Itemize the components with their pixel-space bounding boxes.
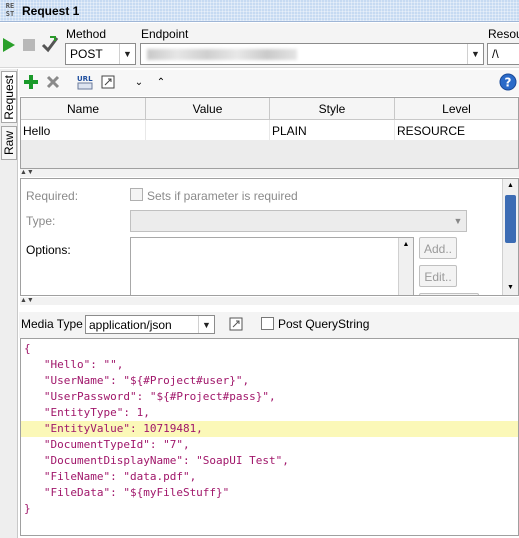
param-level-cell[interactable]: RESOURCE	[395, 120, 518, 140]
request-body-editor[interactable]: { "Hello": "", "UserName": "${#Project#u…	[20, 338, 519, 536]
help-button[interactable]: ?	[499, 73, 517, 91]
checkmark-icon	[41, 36, 59, 53]
move-up-button[interactable]: ⌃	[154, 74, 168, 90]
media-type-value: application/json	[89, 318, 172, 332]
code-line[interactable]: "UserPassword": "${#Project#pass}",	[21, 389, 518, 405]
run-button[interactable]	[2, 37, 16, 53]
param-name-cell[interactable]: Hello	[21, 120, 146, 140]
column-header-level[interactable]: Level	[395, 98, 518, 120]
title-bar: RE ST Request 1	[0, 0, 519, 22]
tab-request[interactable]: Request	[1, 71, 17, 123]
add-param-button[interactable]	[23, 74, 39, 90]
resource-label: Resou	[488, 27, 519, 41]
request-toolbar: Method POST ▼ Endpoint ▼ Resou /\	[0, 23, 519, 68]
required-checkbox[interactable]	[130, 188, 143, 201]
options-list[interactable]: ▲	[130, 237, 414, 295]
media-type-bar: Media Type application/json ▼ Post Query…	[19, 312, 519, 338]
required-label: Required:	[26, 189, 79, 203]
collapse-arrows-icon: ▲▼	[20, 297, 34, 304]
chevron-down-icon: ▼	[198, 316, 214, 333]
resource-field[interactable]: /\	[487, 43, 519, 65]
edit-window-icon	[101, 75, 115, 89]
add-option-button[interactable]: Add..	[419, 237, 457, 259]
url-icon: URL	[77, 75, 93, 90]
url-params-button[interactable]: URL	[76, 73, 94, 91]
required-hint: Sets if parameter is required	[147, 189, 298, 203]
window-title: Request 1	[22, 4, 80, 18]
remove-option-button[interactable]	[419, 293, 479, 295]
details-scrollbar[interactable]: ▲ ▼	[502, 179, 518, 295]
collapse-arrows-icon: ▲▼	[20, 169, 34, 176]
chevron-down-icon: ▼	[450, 211, 466, 231]
splitter-handle[interactable]: ▲▼	[20, 297, 519, 305]
tab-request-label: Request	[2, 74, 16, 120]
plus-icon	[24, 75, 38, 89]
method-value: POST	[70, 47, 103, 61]
code-line[interactable]: "FileData": "${myFileStuff}"	[21, 485, 518, 501]
scroll-down-icon[interactable]: ▼	[503, 281, 518, 295]
column-header-style[interactable]: Style	[270, 98, 395, 120]
scrollbar-thumb[interactable]	[505, 195, 516, 243]
type-select[interactable]: ▼	[130, 210, 467, 232]
delete-icon	[46, 75, 60, 89]
code-line[interactable]: {	[21, 341, 518, 357]
stop-button[interactable]	[22, 38, 36, 52]
svg-text:?: ?	[505, 76, 512, 90]
method-select[interactable]: POST ▼	[65, 43, 136, 65]
move-down-button[interactable]: ⌄	[132, 74, 146, 90]
splitter-handle[interactable]: ▲▼	[20, 169, 519, 177]
column-header-name[interactable]: Name	[21, 98, 146, 120]
media-type-select[interactable]: application/json ▼	[85, 315, 215, 334]
edit-window-icon	[229, 317, 243, 331]
edit-option-button[interactable]: Edit..	[419, 265, 457, 287]
help-icon: ?	[499, 73, 517, 91]
media-type-edit-button[interactable]	[229, 317, 243, 331]
param-details-panel: Required: Sets if parameter is required …	[20, 178, 519, 296]
scroll-up-icon[interactable]: ▲	[503, 179, 518, 193]
tab-raw[interactable]: Raw	[1, 126, 17, 160]
stop-icon	[23, 39, 35, 51]
code-line[interactable]: "UserName": "${#Project#user}",	[21, 373, 518, 389]
rest-request-icon: RE ST	[5, 2, 15, 18]
code-line[interactable]: "DocumentTypeId": "7",	[21, 437, 518, 453]
chevron-up-icon: ⌃	[156, 76, 166, 88]
post-querystring-label: Post QueryString	[278, 317, 370, 331]
method-label: Method	[66, 27, 107, 41]
code-line[interactable]: "DocumentDisplayName": "SoapUI Test",	[21, 453, 518, 469]
edit-params-button[interactable]	[100, 74, 116, 90]
params-toolbar: URL ⌄ ⌃ ?	[19, 70, 519, 96]
side-tab-strip: Request Raw	[0, 69, 18, 538]
endpoint-select[interactable]: ▼	[140, 43, 484, 65]
svg-text:URL: URL	[77, 75, 93, 83]
chevron-down-icon: ▼	[467, 44, 483, 64]
code-line[interactable]: "Hello": "",	[21, 357, 518, 373]
code-line[interactable]: "EntityType": 1,	[21, 405, 518, 421]
post-querystring-checkbox[interactable]	[261, 317, 274, 330]
play-icon	[3, 38, 15, 52]
column-header-value[interactable]: Value	[146, 98, 270, 120]
remove-param-button[interactable]	[45, 74, 61, 90]
endpoint-label: Endpoint	[141, 27, 189, 41]
param-value-cell[interactable]	[146, 120, 270, 140]
params-table: Name Value Style Level Hello PLAIN RESOU…	[20, 97, 519, 169]
resource-value: /\	[492, 47, 499, 61]
options-label: Options:	[26, 243, 71, 257]
param-style-cell[interactable]: PLAIN	[270, 120, 395, 140]
chevron-down-icon: ▼	[119, 44, 135, 64]
type-label: Type:	[26, 214, 56, 228]
code-line-highlighted[interactable]: "EntityValue": 10719481,	[21, 421, 518, 437]
validate-button[interactable]	[41, 35, 59, 53]
code-line[interactable]: "FileName": "data.pdf",	[21, 469, 518, 485]
chevron-down-icon: ⌄	[134, 76, 144, 88]
endpoint-blurred	[147, 49, 297, 60]
scroll-up-icon[interactable]: ▲	[399, 238, 413, 252]
media-type-label: Media Type	[21, 317, 83, 331]
code-line[interactable]: }	[21, 501, 518, 517]
tab-raw-label: Raw	[2, 130, 16, 155]
options-scrollbar[interactable]: ▲	[398, 238, 413, 295]
